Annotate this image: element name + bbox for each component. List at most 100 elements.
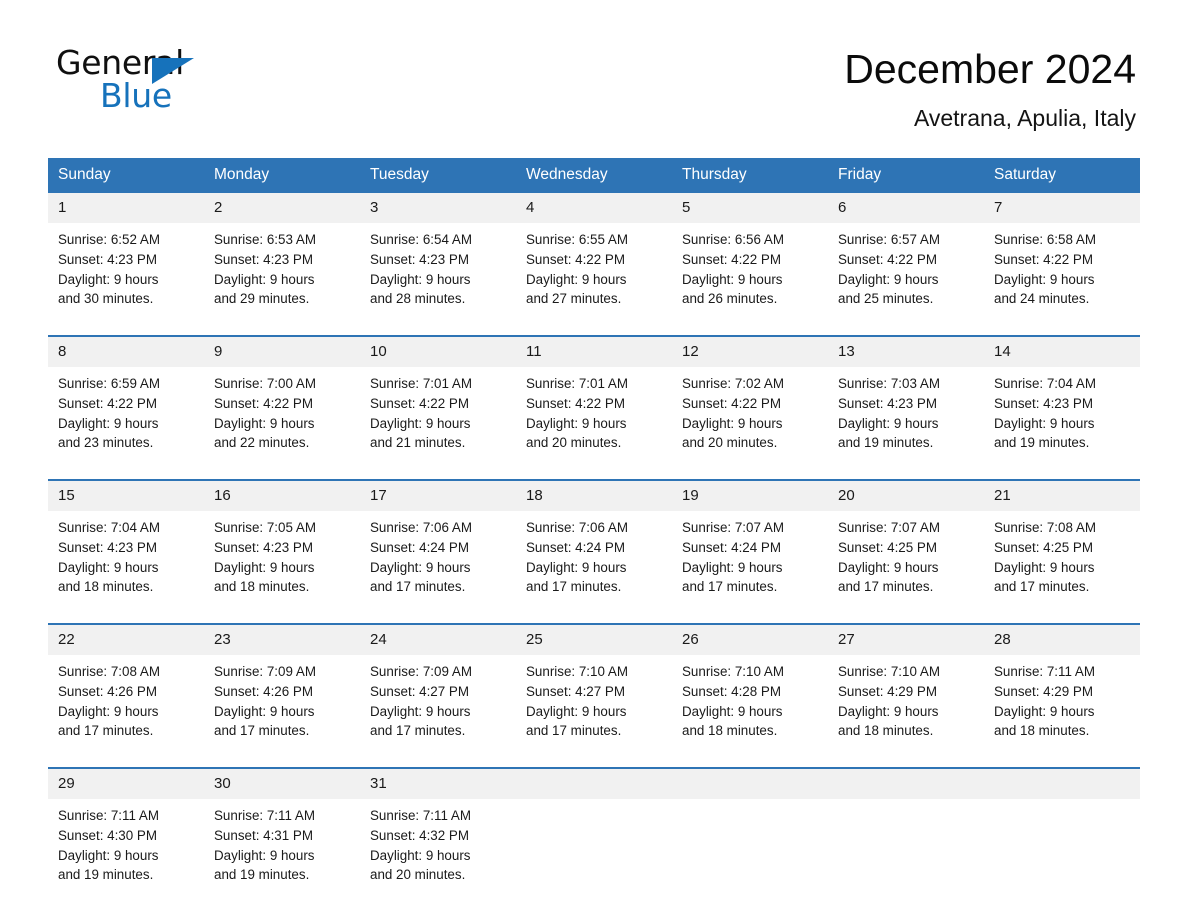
sunset-text: Sunset: 4:25 PM bbox=[994, 539, 1093, 555]
weekday-header-sunday: Sunday bbox=[48, 158, 204, 193]
calendar-day-cell[interactable]: 19 Sunrise: 7:07 AM Sunset: 4:24 PM Dayligh… bbox=[672, 479, 828, 614]
sunrise-text: Sunrise: 6:53 AM bbox=[214, 232, 316, 247]
day-details: Sunrise: 7:06 AM Sunset: 4:24 PM Daylight:… bbox=[360, 511, 516, 597]
calendar-day-cell[interactable]: 13 Sunrise: 7:03 AM Sunset: 4:23 PM Dayligh… bbox=[828, 335, 984, 470]
day-details: Sunrise: 7:11 AM Sunset: 4:29 PM Daylight:… bbox=[984, 655, 1140, 741]
sunset-text: Sunset: 4:23 PM bbox=[214, 251, 313, 267]
day-cell-body: 17 Sunrise: 7:06 AM Sunset: 4:24 PM Dayligh… bbox=[360, 481, 516, 614]
calendar-day-cell[interactable]: 2 Sunrise: 6:53 AM Sunset: 4:23 PM Daylight… bbox=[204, 193, 360, 326]
day-cell-body: 15 Sunrise: 7:04 AM Sunset: 4:23 PM Dayligh… bbox=[48, 481, 204, 614]
sunrise-text: Sunrise: 6:54 AM bbox=[370, 232, 472, 247]
day-details: Sunrise: 7:09 AM Sunset: 4:27 PM Daylight:… bbox=[360, 655, 516, 741]
day-number: 6 bbox=[828, 193, 984, 223]
day-number: 26 bbox=[672, 625, 828, 655]
calendar-container: Sunday Monday Tuesday Wednesday Thursday… bbox=[48, 158, 1140, 902]
day-cell-body: 18 Sunrise: 7:06 AM Sunset: 4:24 PM Dayligh… bbox=[516, 481, 672, 614]
day-cell-body: 12 Sunrise: 7:02 AM Sunset: 4:22 PM Dayligh… bbox=[672, 337, 828, 470]
day-cell-body: 7 Sunrise: 6:58 AM Sunset: 4:22 PM Daylight… bbox=[984, 193, 1140, 326]
calendar-day-cell[interactable]: 7 Sunrise: 6:58 AM Sunset: 4:22 PM Daylight… bbox=[984, 193, 1140, 326]
calendar-day-cell[interactable]: 21 Sunrise: 7:08 AM Sunset: 4:25 PM Dayligh… bbox=[984, 479, 1140, 614]
calendar-day-cell[interactable]: 26 Sunrise: 7:10 AM Sunset: 4:28 PM Dayligh… bbox=[672, 623, 828, 758]
calendar-day-cell[interactable]: 16 Sunrise: 7:05 AM Sunset: 4:23 PM Dayligh… bbox=[204, 479, 360, 614]
daylight-text-line1: Daylight: 9 hours bbox=[214, 271, 315, 287]
day-details: Sunrise: 7:01 AM Sunset: 4:22 PM Daylight:… bbox=[516, 367, 672, 453]
calendar-day-cell[interactable]: 15 Sunrise: 7:04 AM Sunset: 4:23 PM Dayligh… bbox=[48, 479, 204, 614]
day-details: Sunrise: 6:54 AM Sunset: 4:23 PM Daylight:… bbox=[360, 223, 516, 309]
calendar-day-cell[interactable]: 17 Sunrise: 7:06 AM Sunset: 4:24 PM Dayligh… bbox=[360, 479, 516, 614]
calendar-day-cell[interactable]: 20 Sunrise: 7:07 AM Sunset: 4:25 PM Dayligh… bbox=[828, 479, 984, 614]
calendar-day-cell[interactable]: 9 Sunrise: 7:00 AM Sunset: 4:22 PM Daylight… bbox=[204, 335, 360, 470]
day-number: 14 bbox=[984, 337, 1140, 367]
day-details: Sunrise: 7:05 AM Sunset: 4:23 PM Daylight:… bbox=[204, 511, 360, 597]
calendar-day-cell[interactable]: 3 Sunrise: 6:54 AM Sunset: 4:23 PM Daylight… bbox=[360, 193, 516, 326]
calendar-day-cell[interactable]: 24 Sunrise: 7:09 AM Sunset: 4:27 PM Dayligh… bbox=[360, 623, 516, 758]
calendar-day-cell[interactable]: 22 Sunrise: 7:08 AM Sunset: 4:26 PM Dayligh… bbox=[48, 623, 204, 758]
sunrise-text: Sunrise: 7:00 AM bbox=[214, 376, 316, 391]
daylight-text-line1: Daylight: 9 hours bbox=[994, 415, 1095, 431]
day-number: 15 bbox=[48, 481, 204, 511]
calendar-day-cell[interactable]: 23 Sunrise: 7:09 AM Sunset: 4:26 PM Dayligh… bbox=[204, 623, 360, 758]
day-number: 25 bbox=[516, 625, 672, 655]
day-number: 13 bbox=[828, 337, 984, 367]
day-number: 20 bbox=[828, 481, 984, 511]
sunrise-text: Sunrise: 7:04 AM bbox=[994, 376, 1096, 391]
day-number: 31 bbox=[360, 769, 516, 799]
daylight-text-line2: and 17 minutes. bbox=[370, 579, 466, 595]
sunrise-text: Sunrise: 6:52 AM bbox=[58, 232, 160, 247]
sunset-text: Sunset: 4:25 PM bbox=[838, 539, 937, 555]
day-details: Sunrise: 6:53 AM Sunset: 4:23 PM Daylight:… bbox=[204, 223, 360, 309]
daylight-text-line2: and 21 minutes. bbox=[370, 435, 466, 451]
calendar-day-cell[interactable]: 28 Sunrise: 7:11 AM Sunset: 4:29 PM Dayligh… bbox=[984, 623, 1140, 758]
sunrise-text: Sunrise: 7:10 AM bbox=[838, 664, 940, 679]
daylight-text-line2: and 17 minutes. bbox=[526, 723, 622, 739]
daylight-text-line1: Daylight: 9 hours bbox=[994, 703, 1095, 719]
day-details: Sunrise: 7:00 AM Sunset: 4:22 PM Daylight:… bbox=[204, 367, 360, 453]
calendar-day-cell[interactable]: 12 Sunrise: 7:02 AM Sunset: 4:22 PM Dayligh… bbox=[672, 335, 828, 470]
daylight-text-line1: Daylight: 9 hours bbox=[994, 559, 1095, 575]
sunrise-text: Sunrise: 7:01 AM bbox=[526, 376, 628, 391]
sunset-text: Sunset: 4:31 PM bbox=[214, 827, 313, 843]
daylight-text-line2: and 25 minutes. bbox=[838, 291, 934, 307]
weekday-header-monday: Monday bbox=[204, 158, 360, 193]
day-details: Sunrise: 7:01 AM Sunset: 4:22 PM Daylight:… bbox=[360, 367, 516, 453]
calendar-day-cell[interactable]: 6 Sunrise: 6:57 AM Sunset: 4:22 PM Daylight… bbox=[828, 193, 984, 326]
day-cell-body: 19 Sunrise: 7:07 AM Sunset: 4:24 PM Dayligh… bbox=[672, 481, 828, 614]
calendar-day-cell[interactable]: 1 Sunrise: 6:52 AM Sunset: 4:23 PM Daylight… bbox=[48, 193, 204, 326]
calendar-day-cell[interactable]: 30 Sunrise: 7:11 AM Sunset: 4:31 PM Dayligh… bbox=[204, 767, 360, 902]
calendar-day-cell[interactable]: 18 Sunrise: 7:06 AM Sunset: 4:24 PM Dayligh… bbox=[516, 479, 672, 614]
day-details: Sunrise: 7:03 AM Sunset: 4:23 PM Daylight:… bbox=[828, 367, 984, 453]
calendar-day-cell[interactable]: 4 Sunrise: 6:55 AM Sunset: 4:22 PM Daylight… bbox=[516, 193, 672, 326]
calendar-day-cell[interactable]: 27 Sunrise: 7:10 AM Sunset: 4:29 PM Dayligh… bbox=[828, 623, 984, 758]
sunset-text: Sunset: 4:26 PM bbox=[214, 683, 313, 699]
calendar-day-cell[interactable]: 8 Sunrise: 6:59 AM Sunset: 4:22 PM Daylight… bbox=[48, 335, 204, 470]
calendar-day-cell[interactable]: 25 Sunrise: 7:10 AM Sunset: 4:27 PM Dayligh… bbox=[516, 623, 672, 758]
daylight-text-line1: Daylight: 9 hours bbox=[526, 559, 627, 575]
sunset-text: Sunset: 4:23 PM bbox=[214, 539, 313, 555]
daylight-text-line1: Daylight: 9 hours bbox=[58, 271, 159, 287]
daylight-text-line2: and 18 minutes. bbox=[58, 579, 154, 595]
day-details: Sunrise: 7:04 AM Sunset: 4:23 PM Daylight:… bbox=[984, 367, 1140, 453]
calendar-week-row: 1 Sunrise: 6:52 AM Sunset: 4:23 PM Daylight… bbox=[48, 193, 1140, 326]
daylight-text-line1: Daylight: 9 hours bbox=[370, 271, 471, 287]
day-details: Sunrise: 7:10 AM Sunset: 4:28 PM Daylight:… bbox=[672, 655, 828, 741]
week-spacer bbox=[48, 326, 1140, 336]
sunrise-text: Sunrise: 7:03 AM bbox=[838, 376, 940, 391]
calendar-day-cell[interactable]: 31 Sunrise: 7:11 AM Sunset: 4:32 PM Dayligh… bbox=[360, 767, 516, 902]
calendar-day-cell[interactable]: 29 Sunrise: 7:11 AM Sunset: 4:30 PM Dayligh… bbox=[48, 767, 204, 902]
calendar-day-cell[interactable]: 14 Sunrise: 7:04 AM Sunset: 4:23 PM Dayligh… bbox=[984, 335, 1140, 470]
calendar-day-cell[interactable]: 10 Sunrise: 7:01 AM Sunset: 4:22 PM Dayligh… bbox=[360, 335, 516, 470]
calendar-week-row: 15 Sunrise: 7:04 AM Sunset: 4:23 PM Dayligh… bbox=[48, 479, 1140, 614]
daylight-text-line2: and 17 minutes. bbox=[370, 723, 466, 739]
sunrise-text: Sunrise: 7:05 AM bbox=[214, 520, 316, 535]
calendar-day-cell[interactable]: 5 Sunrise: 6:56 AM Sunset: 4:22 PM Daylight… bbox=[672, 193, 828, 326]
weekday-header-thursday: Thursday bbox=[672, 158, 828, 193]
daylight-text-line1: Daylight: 9 hours bbox=[682, 415, 783, 431]
sunset-text: Sunset: 4:27 PM bbox=[370, 683, 469, 699]
calendar-empty-cell bbox=[672, 767, 828, 902]
calendar-day-cell[interactable]: 11 Sunrise: 7:01 AM Sunset: 4:22 PM Dayligh… bbox=[516, 335, 672, 470]
calendar-week-row: 29 Sunrise: 7:11 AM Sunset: 4:30 PM Dayligh… bbox=[48, 767, 1140, 902]
day-cell-body: 22 Sunrise: 7:08 AM Sunset: 4:26 PM Dayligh… bbox=[48, 625, 204, 758]
daylight-text-line1: Daylight: 9 hours bbox=[682, 703, 783, 719]
sunset-text: Sunset: 4:22 PM bbox=[526, 251, 625, 267]
sunset-text: Sunset: 4:23 PM bbox=[58, 251, 157, 267]
